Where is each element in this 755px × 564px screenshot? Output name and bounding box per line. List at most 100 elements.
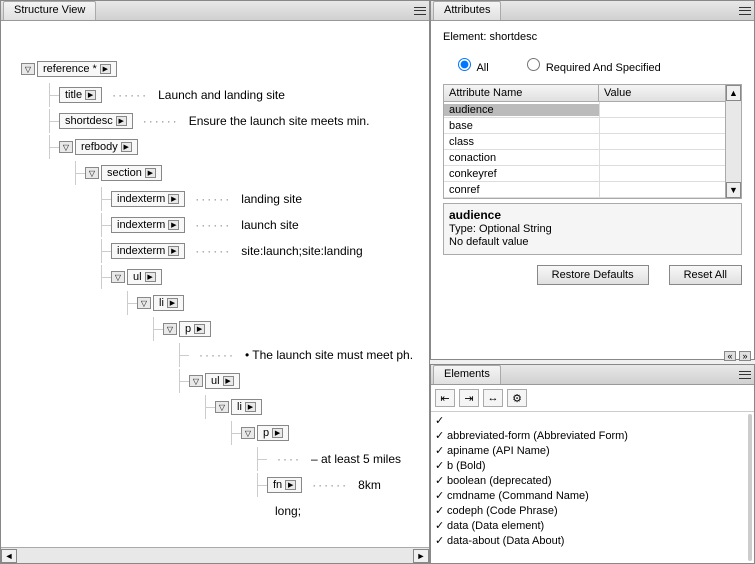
detail-name: audience — [449, 208, 501, 222]
element-tag-indexterm[interactable]: indexterm▶ — [111, 191, 185, 207]
attribute-row[interactable]: conaction — [444, 150, 741, 166]
panel-menu-button[interactable] — [736, 1, 754, 20]
restore-defaults-button[interactable]: Restore Defaults — [537, 265, 649, 285]
node-text: – at least 5 miles — [311, 452, 401, 466]
attribute-row[interactable]: conref — [444, 182, 741, 198]
element-list-item[interactable]: ✓apiname (API Name) — [435, 444, 750, 459]
element-list-item[interactable]: ✓boolean (deprecated) — [435, 474, 750, 489]
panel-collapse-right-icon[interactable]: » — [739, 351, 751, 361]
node-text: long; — [275, 504, 301, 518]
element-tag-refbody[interactable]: refbody▶ — [75, 139, 138, 155]
element-list-item[interactable]: ✓data-about (Data About) — [435, 534, 750, 549]
collapse-toggle[interactable]: ▽ — [215, 401, 229, 413]
element-tag-reference[interactable]: reference *▶ — [37, 61, 117, 77]
element-list-item[interactable]: ✓data (Data element) — [435, 519, 750, 534]
insert-before-icon[interactable]: ⇤ — [435, 389, 455, 407]
attribute-row[interactable]: conkeyref — [444, 166, 741, 182]
structure-view-header: Structure View — [1, 1, 429, 21]
column-header-value[interactable]: Value — [599, 85, 741, 101]
node-text: Launch and landing site — [158, 88, 285, 102]
element-menu-icon[interactable]: ▶ — [100, 64, 111, 74]
scroll-left-icon[interactable]: ◄ — [1, 549, 17, 563]
attribute-detail: audience Type: Optional String No defaul… — [443, 203, 742, 255]
element-tag-ul[interactable]: ul▶ — [205, 373, 240, 389]
collapse-toggle[interactable]: ▽ — [111, 271, 125, 283]
collapse-toggle[interactable]: ▽ — [85, 167, 99, 179]
elements-tab[interactable]: Elements — [433, 365, 501, 384]
elements-panel: « » Elements ⇤ ⇥ ↔ ⚙ ✓✓abbreviated-form … — [430, 364, 755, 564]
settings-icon[interactable]: ⚙ — [507, 389, 527, 407]
panel-menu-button[interactable] — [736, 365, 754, 384]
panel-collapse-left-icon[interactable]: « — [724, 351, 736, 361]
collapse-toggle[interactable]: ▽ — [189, 375, 203, 387]
column-header-name[interactable]: Attribute Name — [444, 85, 599, 101]
element-menu-icon[interactable]: ▶ — [194, 324, 205, 334]
structure-tree[interactable]: ▽ reference *▶ title▶ ······ Launch and … — [1, 21, 429, 547]
element-tag-title[interactable]: title▶ — [59, 87, 102, 103]
scroll-right-icon[interactable]: ► — [413, 549, 429, 563]
collapse-toggle[interactable]: ▽ — [241, 427, 255, 439]
node-text: landing site — [241, 192, 302, 206]
elements-header: Elements — [431, 365, 754, 385]
element-label: Element: shortdesc — [443, 31, 742, 43]
node-text: 8km — [358, 478, 381, 492]
element-tag-p[interactable]: p▶ — [179, 321, 211, 337]
elements-list[interactable]: ✓✓abbreviated-form (Abbreviated Form)✓ap… — [431, 412, 754, 563]
element-tag-li[interactable]: li▶ — [153, 295, 184, 311]
element-menu-icon[interactable]: ▶ — [223, 376, 234, 386]
attribute-row[interactable]: audience — [444, 102, 741, 118]
node-text: Ensure the launch site meets min. — [189, 114, 370, 128]
element-tag-section[interactable]: section▶ — [101, 165, 162, 181]
reset-all-button[interactable]: Reset All — [669, 265, 742, 285]
element-list-item[interactable]: ✓cmdname (Command Name) — [435, 489, 750, 504]
attributes-tab[interactable]: Attributes — [433, 1, 501, 20]
insert-after-icon[interactable]: ⇥ — [459, 389, 479, 407]
element-tag-li[interactable]: li▶ — [231, 399, 262, 415]
collapse-toggle[interactable]: ▽ — [21, 63, 35, 75]
node-text: • The launch site must meet ph. — [245, 348, 413, 362]
element-menu-icon[interactable]: ▶ — [145, 272, 156, 282]
element-tag-indexterm[interactable]: indexterm▶ — [111, 243, 185, 259]
detail-default: No default value — [449, 236, 529, 248]
collapse-toggle[interactable]: ▽ — [59, 141, 73, 153]
element-tag-p[interactable]: p▶ — [257, 425, 289, 441]
element-tag-shortdesc[interactable]: shortdesc▶ — [59, 113, 133, 129]
attributes-table: Attribute Name Value audiencebaseclassco… — [443, 84, 742, 199]
vertical-scrollbar[interactable]: ▲ ▼ — [725, 85, 741, 198]
element-tag-indexterm[interactable]: indexterm▶ — [111, 217, 185, 233]
element-menu-icon[interactable]: ▶ — [245, 402, 256, 412]
node-text: site:launch;site:landing — [241, 244, 362, 258]
element-menu-icon[interactable]: ▶ — [285, 480, 296, 490]
collapse-toggle[interactable]: ▽ — [137, 297, 151, 309]
element-list-item[interactable]: ✓codeph (Code Phrase) — [435, 504, 750, 519]
element-menu-icon[interactable]: ▶ — [116, 116, 127, 126]
element-list-item[interactable]: ✓abbreviated-form (Abbreviated Form) — [435, 429, 750, 444]
scroll-up-icon[interactable]: ▲ — [726, 85, 741, 101]
elements-toolbar: ⇤ ⇥ ↔ ⚙ — [431, 385, 754, 412]
element-list-item[interactable]: ✓ — [435, 414, 750, 429]
collapse-toggle[interactable]: ▽ — [163, 323, 177, 335]
element-menu-icon[interactable]: ▶ — [168, 246, 179, 256]
element-menu-icon[interactable]: ▶ — [272, 428, 283, 438]
vertical-scrollbar[interactable] — [748, 414, 752, 561]
structure-view-panel: Structure View ▽ reference *▶ title▶ ···… — [0, 0, 430, 564]
horizontal-scrollbar[interactable]: ◄ ► — [1, 547, 429, 563]
element-tag-fn[interactable]: fn▶ — [267, 477, 302, 493]
element-list-item[interactable]: ✓b (Bold) — [435, 459, 750, 474]
element-menu-icon[interactable]: ▶ — [145, 168, 156, 178]
attributes-header: Attributes — [431, 1, 754, 21]
element-menu-icon[interactable]: ▶ — [167, 298, 178, 308]
element-menu-icon[interactable]: ▶ — [85, 90, 96, 100]
attribute-row[interactable]: base — [444, 118, 741, 134]
swap-icon[interactable]: ↔ — [483, 389, 503, 407]
filter-all-radio[interactable]: All — [453, 62, 489, 74]
element-menu-icon[interactable]: ▶ — [168, 194, 179, 204]
filter-required-radio[interactable]: Required And Specified — [522, 62, 661, 74]
scroll-down-icon[interactable]: ▼ — [726, 182, 741, 198]
element-tag-ul[interactable]: ul▶ — [127, 269, 162, 285]
element-menu-icon[interactable]: ▶ — [121, 142, 132, 152]
attribute-row[interactable]: class — [444, 134, 741, 150]
structure-view-tab[interactable]: Structure View — [3, 1, 96, 20]
element-menu-icon[interactable]: ▶ — [168, 220, 179, 230]
panel-menu-button[interactable] — [411, 1, 429, 20]
